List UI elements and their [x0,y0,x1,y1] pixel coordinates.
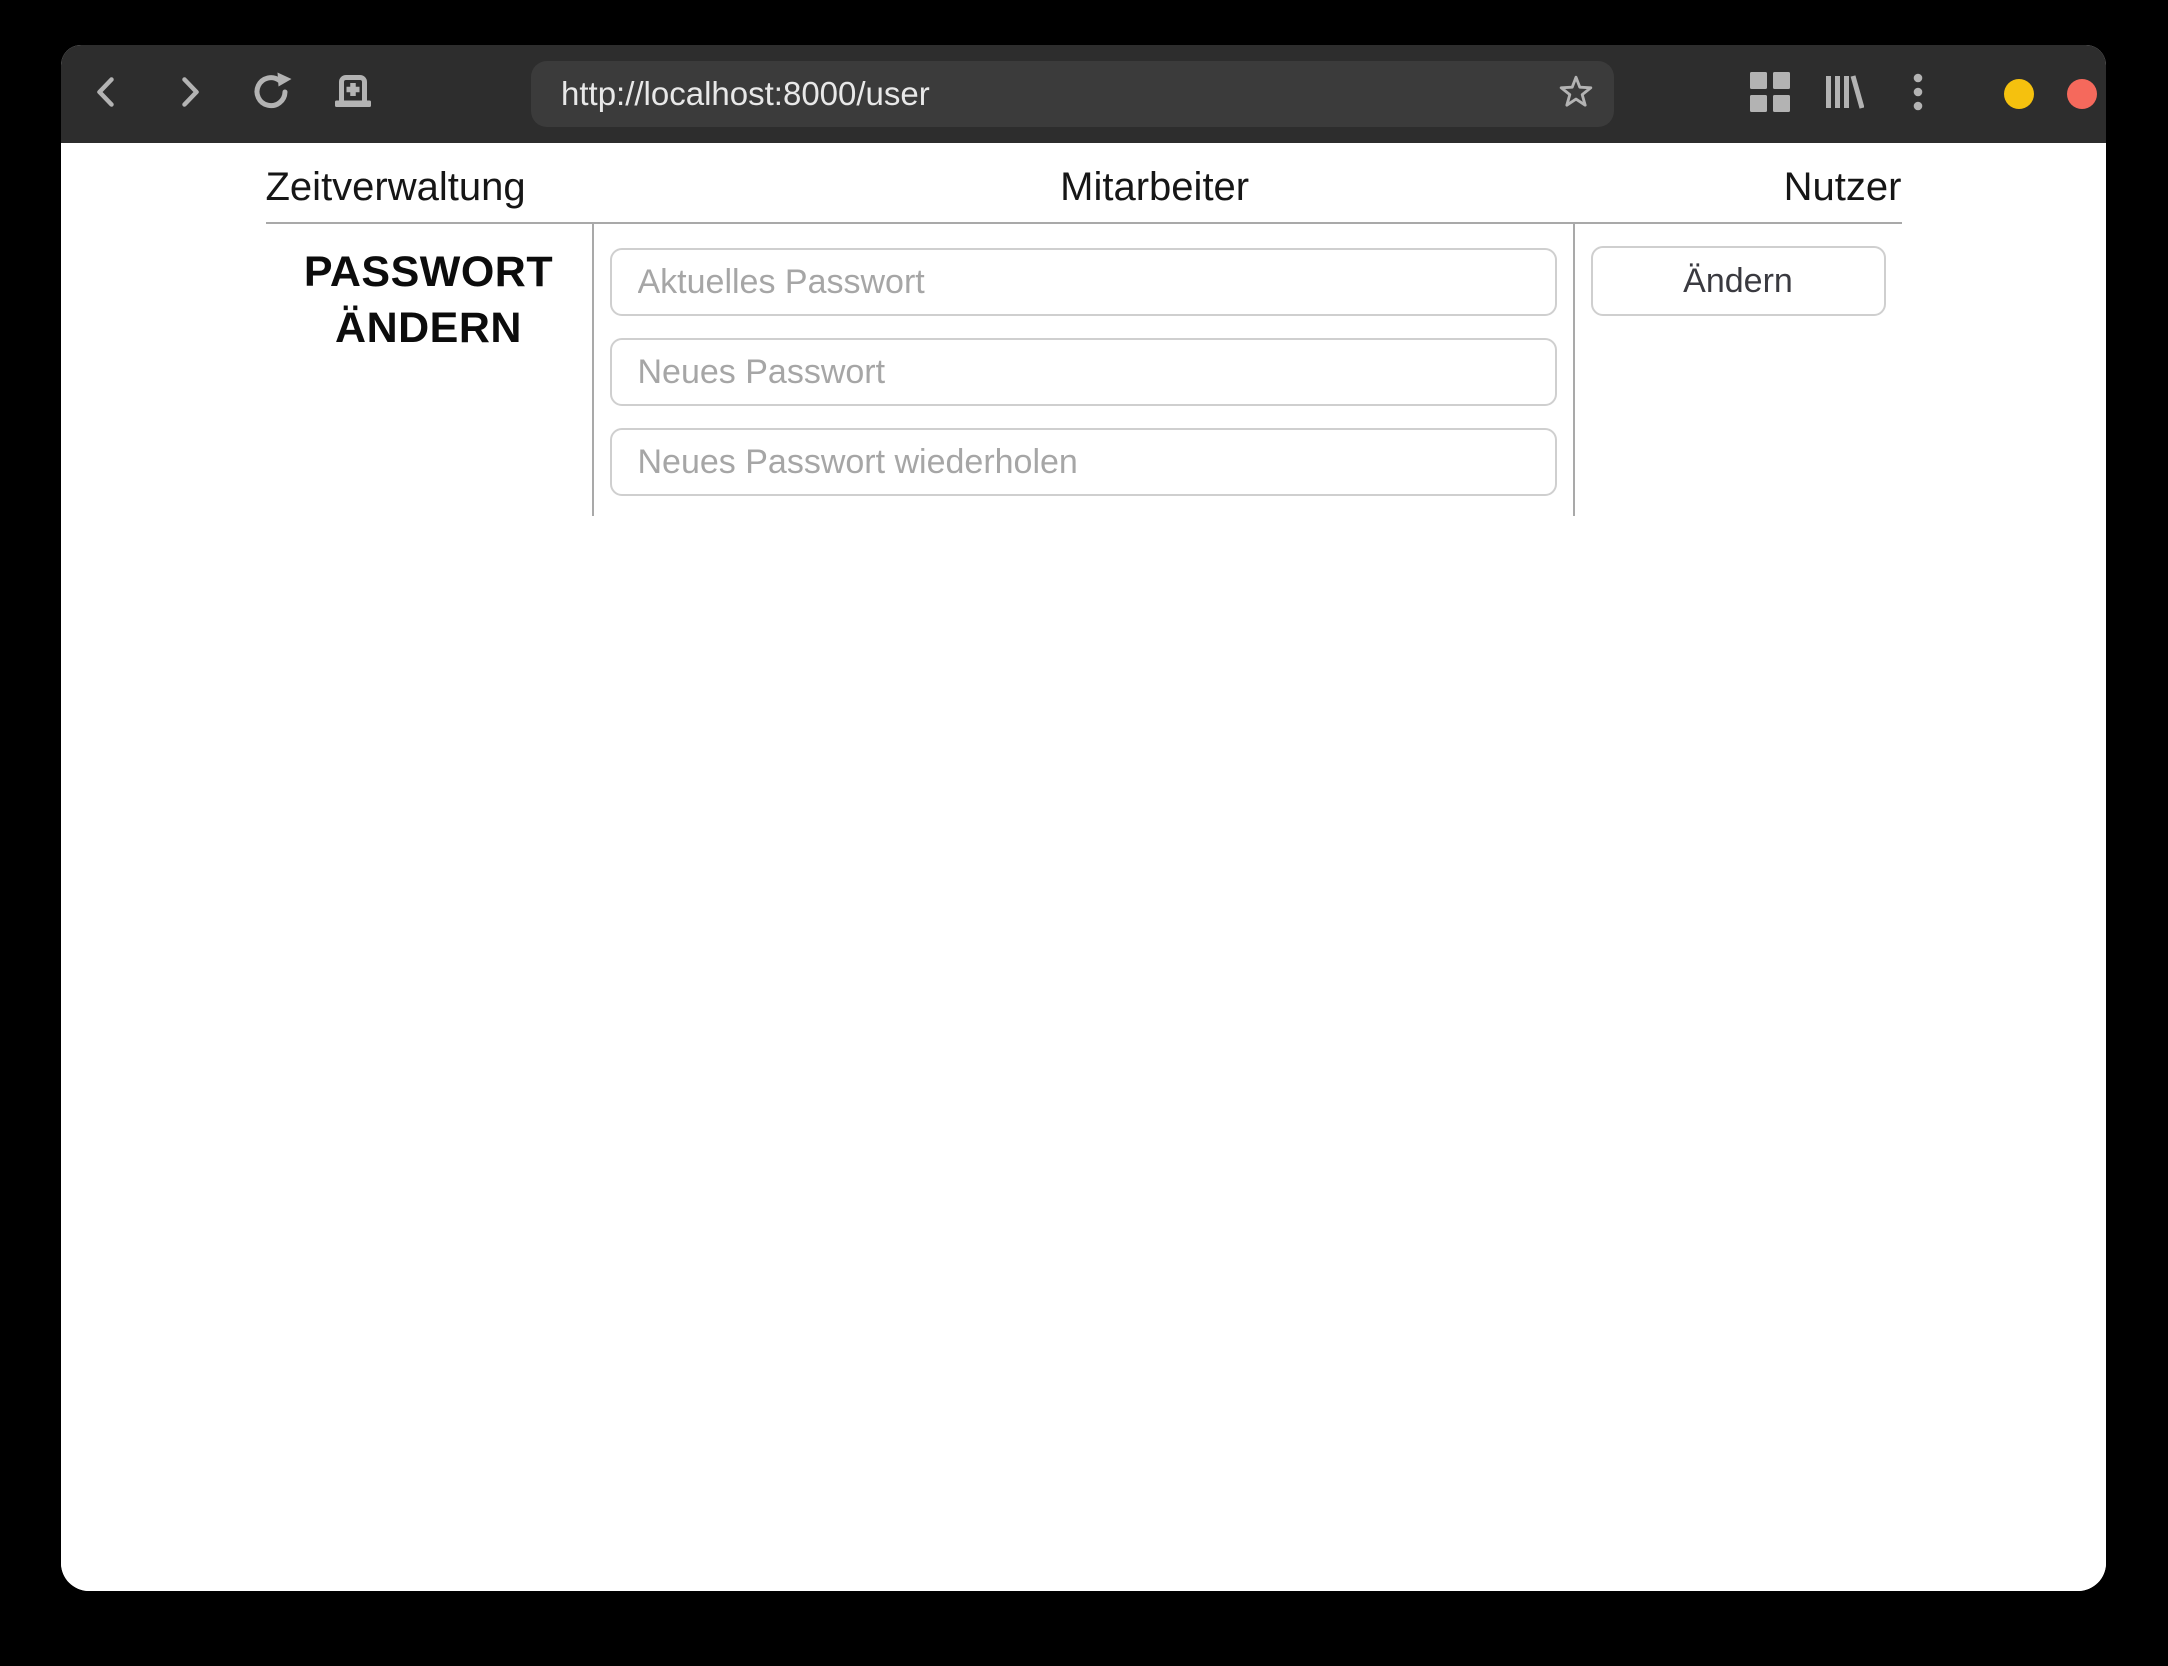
library-icon [1824,74,1865,115]
menu-button[interactable] [1888,58,1948,130]
reload-button[interactable] [241,58,301,130]
back-button[interactable] [77,58,137,130]
titlebar-right-buttons [1740,58,1962,130]
nav-link-zeitverwaltung[interactable]: Zeitverwaltung [266,165,526,210]
back-icon [87,72,127,117]
reload-icon [248,69,294,120]
page-container: Zeitverwaltung Mitarbeiter Nutzer PASSWO… [265,143,1902,516]
current-password-input[interactable] [609,248,1557,316]
desktop-background: http://localhost:8000/user Zeitverwaltun… [0,0,2168,1666]
forward-icon [169,72,209,117]
bookmark-button[interactable] [1552,70,1600,118]
new-tab-button[interactable] [323,58,383,130]
kebab-menu-icon [1912,72,1924,117]
address-bar[interactable]: http://localhost:8000/user [531,61,1614,127]
panel-title-column: PASSWORT ÄNDERN [266,224,592,516]
nav-link-mitarbeiter[interactable]: Mitarbeiter [1060,165,1249,210]
repeat-password-input[interactable] [609,428,1557,496]
window-controls [2004,79,2097,109]
password-change-heading: PASSWORT ÄNDERN [303,248,554,352]
panel-action-column: Ändern [1575,224,1902,516]
main-nav: Zeitverwaltung Mitarbeiter Nutzer [266,143,1902,222]
browser-window: http://localhost:8000/user Zeitverwaltun… [61,45,2106,1591]
bookmark-star-icon [1555,71,1597,118]
tab-overview-button[interactable] [1740,58,1800,130]
password-change-panel: PASSWORT ÄNDERN Ändern [265,222,1902,516]
url-text: http://localhost:8000/user [561,75,930,112]
grid-icon [1749,71,1791,118]
nav-link-nutzer[interactable]: Nutzer [1784,165,1902,210]
forward-button[interactable] [159,58,219,130]
new-password-input[interactable] [609,338,1557,406]
close-button[interactable] [2067,79,2097,109]
page-content: Zeitverwaltung Mitarbeiter Nutzer PASSWO… [61,143,2106,1591]
panel-fields-column [591,224,1575,516]
change-password-button[interactable]: Ändern [1590,246,1886,316]
new-tab-icon [329,71,377,118]
browser-titlebar: http://localhost:8000/user [61,45,2106,143]
minimize-button[interactable] [2004,79,2034,109]
library-button[interactable] [1814,58,1874,130]
